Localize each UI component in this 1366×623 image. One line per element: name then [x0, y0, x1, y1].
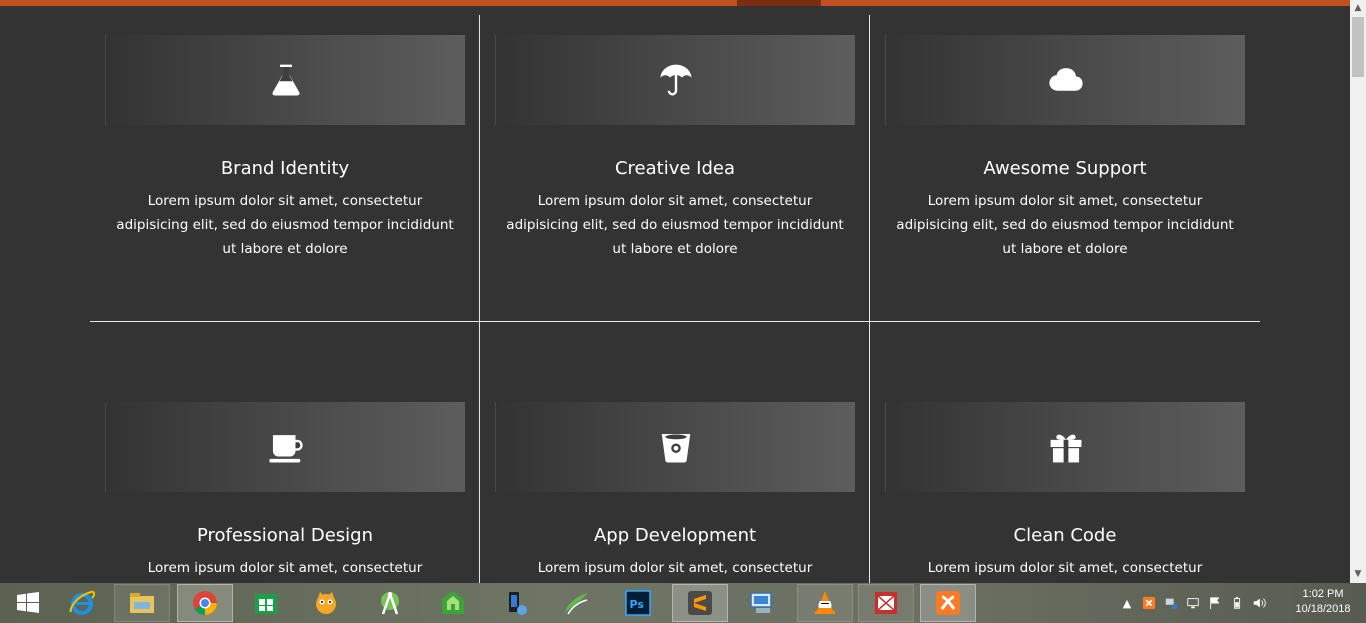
sketchup-icon[interactable]: [548, 584, 604, 622]
feature-title: Clean Code: [1013, 525, 1117, 546]
photoshop-icon[interactable]: Ps: [610, 584, 666, 622]
top-accent-tab: [737, 0, 821, 6]
volume-icon[interactable]: [1250, 594, 1268, 612]
bucket-icon: [661, 433, 690, 463]
feature-icon-box: [105, 35, 465, 125]
grid-divider-vertical: [479, 15, 480, 583]
page-scrollbar[interactable]: ▲ ▼: [1350, 0, 1366, 583]
file-explorer-icon[interactable]: [114, 584, 170, 622]
system-tray: ▲: [1118, 583, 1268, 623]
feature-description: Lorem ipsum dolor sit amet, consectetur …: [116, 193, 454, 257]
sublime-text-icon[interactable]: [672, 584, 728, 622]
vlc-icon[interactable]: [797, 584, 853, 622]
scrollbar-thumb[interactable]: [1352, 17, 1364, 77]
gift-icon: [1050, 434, 1081, 463]
battery-icon[interactable]: [1228, 594, 1246, 612]
feature-title: Creative Idea: [614, 158, 736, 179]
feature-title: Awesome Support: [983, 158, 1147, 179]
android-studio-icon[interactable]: [362, 584, 418, 622]
show-hidden-icons-icon[interactable]: ▲: [1118, 594, 1136, 612]
feature-title: App Development: [593, 525, 757, 546]
scroll-down-arrow-icon[interactable]: ▼: [1350, 566, 1366, 583]
feature-icon-box: [885, 402, 1245, 492]
remote-desktop-icon[interactable]: [734, 584, 790, 622]
umbrella-icon: [660, 64, 691, 96]
feature-icon-box: [105, 402, 465, 492]
feature-icon-box: [495, 35, 855, 125]
feature-icon-box: [885, 35, 1245, 125]
chrome-icon[interactable]: [177, 584, 233, 622]
feature-title: Brand Identity: [220, 158, 350, 179]
grid-divider-vertical: [869, 15, 870, 583]
windows-taskbar: Ps ▲ 1:02 PM 10/18/2018: [0, 583, 1366, 623]
xampp-tray-icon[interactable]: [1140, 594, 1158, 612]
grid-divider-horizontal: [90, 321, 1260, 322]
display-icon[interactable]: [1184, 594, 1202, 612]
cloud-icon: [1048, 68, 1083, 91]
top-accent-bar: [0, 0, 1350, 6]
feature-title: Professional Design: [196, 525, 374, 546]
feature-icon-box: [495, 402, 855, 492]
network-share-icon[interactable]: [1162, 594, 1180, 612]
mail-app-icon[interactable]: [858, 584, 914, 622]
home-app-icon[interactable]: [425, 584, 481, 622]
xampp-icon[interactable]: [920, 584, 976, 622]
windows-start-icon[interactable]: [0, 584, 56, 622]
feature-description: Lorem ipsum dolor sit amet, consectetur …: [896, 193, 1234, 257]
flask-icon: [271, 64, 300, 96]
taskbar-clock[interactable]: 1:02 PM 10/18/2018: [1288, 587, 1358, 617]
action-center-flag-icon[interactable]: [1206, 594, 1224, 612]
clock-time: 1:02 PM: [1302, 588, 1344, 600]
feature-description: Lorem ipsum dolor sit amet, consectetur …: [506, 193, 844, 257]
scratch-icon[interactable]: [298, 584, 354, 622]
coffee-cup-icon: [268, 435, 303, 463]
internet-explorer-icon[interactable]: [54, 584, 110, 622]
store-icon[interactable]: [238, 584, 294, 622]
phone-link-icon[interactable]: [488, 584, 544, 622]
clock-date: 10/18/2018: [1295, 603, 1351, 615]
scroll-up-arrow-icon[interactable]: ▲: [1350, 0, 1366, 17]
svg-text:Ps: Ps: [630, 598, 645, 611]
